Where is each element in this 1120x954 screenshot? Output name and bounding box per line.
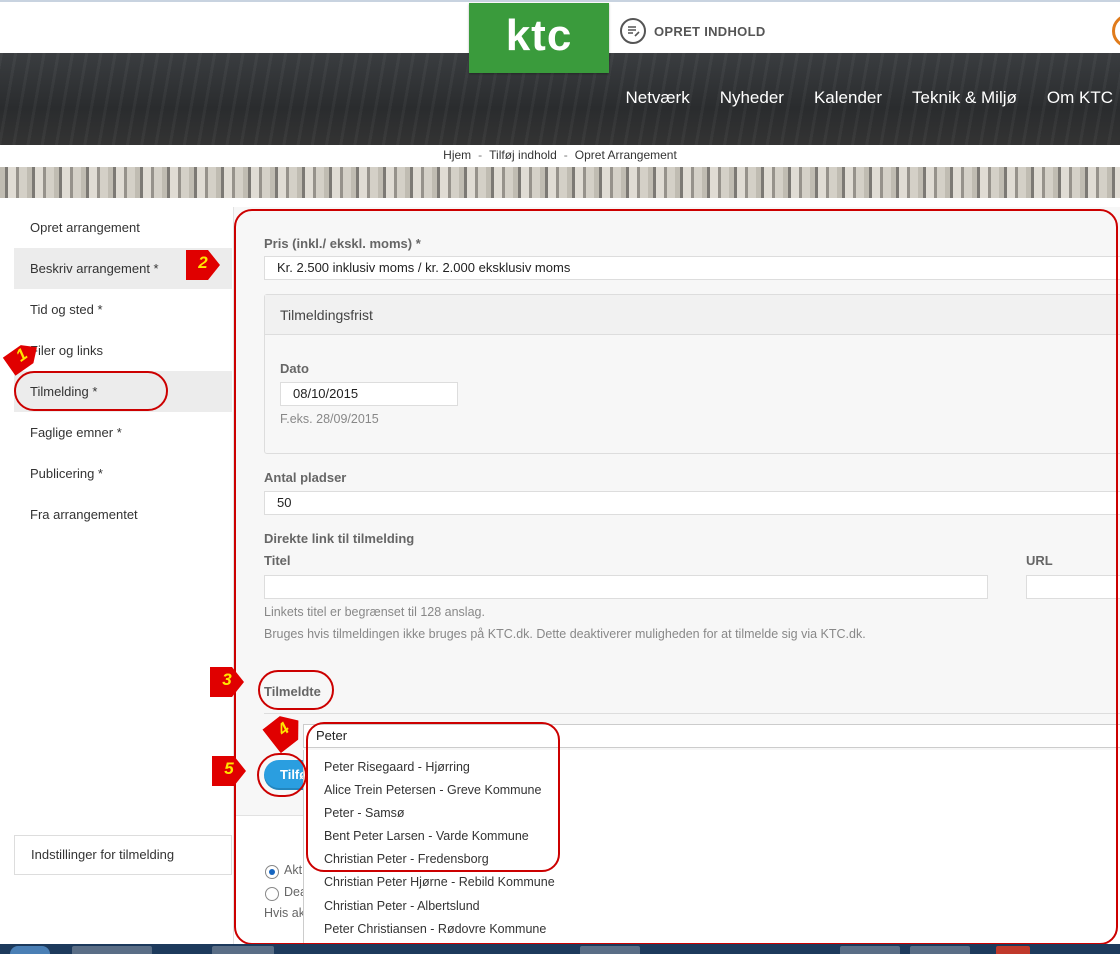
breadcrumb-current: Opret Arrangement [574, 148, 677, 162]
nav-kalender[interactable]: Kalender [814, 88, 882, 108]
breadcrumb-separator: - [563, 148, 568, 162]
registered-label: Tilmeldte [264, 684, 321, 699]
main-nav: Netværk Nyheder Kalender Teknik & Miljø … [625, 88, 1113, 108]
price-label: Pris (inkl./ ekskl. moms) * [264, 236, 421, 251]
taskbar-item[interactable] [910, 946, 970, 954]
breadcrumb-strip: Hjem - Tilføj indhold - Opret Arrangement [0, 145, 1120, 167]
marker-3-label: 3 [222, 670, 232, 689]
sidebar-item-faglige-emner[interactable]: Faglige emner * [14, 412, 232, 453]
autocomplete-item[interactable]: Bent Peter Larsen - Varde Kommune [324, 829, 529, 843]
breadcrumb-add-content[interactable]: Tilføj indhold [489, 148, 557, 162]
taskbar [0, 944, 1120, 954]
marker-5-icon: 5 [212, 756, 246, 786]
date-input[interactable]: 08/10/2015 [280, 382, 458, 406]
seats-input[interactable]: 50 [264, 491, 1120, 515]
sidebar-item-publicering[interactable]: Publicering * [14, 453, 232, 494]
autocomplete-item[interactable]: Peter Christiansen - Rødovre Kommune [324, 922, 546, 936]
deadline-legend: Tilmeldingsfrist [265, 295, 1120, 335]
taskbar-item[interactable] [840, 946, 900, 954]
taskbar-item[interactable] [580, 946, 640, 954]
create-content-icon [620, 18, 646, 44]
create-content-button[interactable]: OPRET INDHOLD [620, 18, 766, 44]
sidebar-item-settings[interactable]: Indstillinger for tilmelding [14, 835, 232, 875]
user-avatar-icon[interactable] [1112, 14, 1120, 48]
autocomplete-list: Peter Risegaard - Hjørring Alice Trein P… [303, 750, 1120, 950]
autocomplete-item[interactable]: Christian Peter Hjørne - Rebild Kommune [324, 875, 555, 889]
sidebar-item-opret[interactable]: Opret arrangement [14, 207, 232, 248]
sidebar-item-tid-og-sted[interactable]: Tid og sted * [14, 289, 232, 330]
nav-nyheder[interactable]: Nyheder [720, 88, 784, 108]
link-title-label: Titel [264, 553, 291, 568]
autocomplete-item[interactable]: Peter Risegaard - Hjørring [324, 760, 470, 774]
ktc-logo[interactable]: ktc [469, 3, 609, 73]
radio-active-label: Akt [284, 863, 303, 877]
deadline-fieldset: Tilmeldingsfrist [264, 294, 1120, 454]
direct-link-hint: Bruges hvis tilmeldingen ikke bruges på … [264, 627, 866, 641]
taskbar-item[interactable] [72, 946, 152, 954]
status-hint: Hvis ak [264, 906, 305, 920]
sidebar-item-fra-arrangementet[interactable]: Fra arrangementet [14, 494, 232, 535]
date-hint: F.eks. 28/09/2015 [280, 412, 379, 426]
breadcrumb: Hjem - Tilføj indhold - Opret Arrangement [0, 148, 1120, 162]
autocomplete-item[interactable]: Christian Peter - Fredensborg [324, 852, 489, 866]
radio-deactive[interactable] [265, 887, 279, 901]
link-url-input[interactable] [1026, 575, 1120, 599]
taskbar-item[interactable] [996, 946, 1030, 954]
date-label: Dato [280, 361, 309, 376]
divider [264, 713, 1120, 714]
header-texture [0, 167, 1120, 198]
link-title-input[interactable] [264, 575, 988, 599]
seats-label: Antal pladser [264, 470, 347, 485]
start-button-icon[interactable] [10, 946, 50, 954]
direct-link-label: Direkte link til tilmelding [264, 531, 415, 546]
nav-teknik-miljo[interactable]: Teknik & Miljø [912, 88, 1017, 108]
breadcrumb-home[interactable]: Hjem [443, 148, 471, 162]
marker-2-icon: 2 [186, 250, 220, 280]
sidebar-item-filer-og-links[interactable]: Filer og links [14, 330, 232, 371]
autocomplete-item[interactable]: Alice Trein Petersen - Greve Kommune [324, 783, 541, 797]
autocomplete-item[interactable]: Peter - Samsø [324, 806, 405, 820]
price-input[interactable]: Kr. 2.500 inklusiv moms / kr. 2.000 eksk… [264, 256, 1120, 280]
nav-netvaerk[interactable]: Netværk [625, 88, 689, 108]
taskbar-item[interactable] [212, 946, 274, 954]
link-title-hint: Linkets titel er begrænset til 128 ansla… [264, 605, 485, 619]
marker-3-icon: 3 [210, 667, 244, 697]
create-content-label: OPRET INDHOLD [654, 23, 766, 39]
link-url-label: URL [1026, 553, 1053, 568]
autocomplete-item[interactable]: Christian Peter - Albertslund [324, 899, 480, 913]
nav-om-ktc[interactable]: Om KTC [1047, 88, 1113, 108]
marker-5-label: 5 [224, 759, 234, 778]
registrant-search-input[interactable]: Peter [303, 724, 1120, 748]
breadcrumb-separator: - [478, 148, 483, 162]
radio-active[interactable] [265, 865, 279, 879]
marker-2-label: 2 [198, 253, 208, 272]
sidebar-item-tilmelding[interactable]: Tilmelding * [14, 371, 232, 412]
